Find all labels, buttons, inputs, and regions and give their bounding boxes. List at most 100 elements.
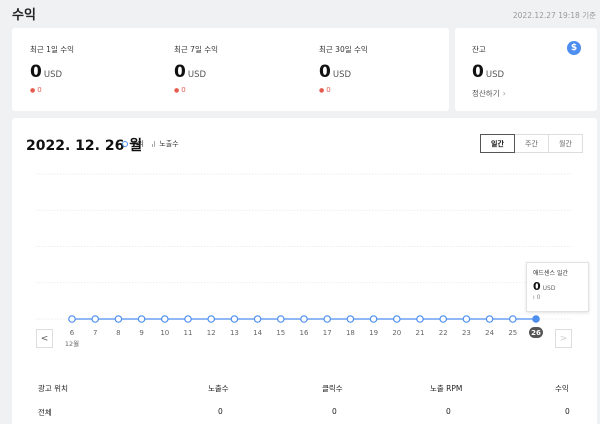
stat-change: ● 0	[30, 86, 42, 94]
x-tick-label: 26	[531, 329, 541, 337]
stat-30day: 최근 30일 수익 0 USD ● 0	[319, 44, 368, 94]
tab-weekly[interactable]: 주간	[514, 134, 549, 153]
data-point	[508, 315, 517, 323]
data-point	[300, 315, 308, 323]
chart-tooltip: 애드센스 일간 0 USD ı 0	[526, 262, 589, 312]
data-point	[532, 315, 540, 323]
data-point	[137, 315, 146, 323]
period-tabs: 일간 주간 월간	[480, 134, 583, 153]
legend-impressions[interactable]: 노출수	[151, 139, 179, 149]
x-tick-label: 20	[392, 329, 401, 337]
stat-unit: USD	[332, 70, 352, 80]
stat-label: 최근 1일 수익	[30, 45, 75, 54]
tab-monthly[interactable]: 월간	[548, 134, 583, 153]
x-tick-label: 14	[253, 329, 262, 337]
column-header: 수익	[555, 384, 569, 393]
data-point	[392, 315, 401, 323]
x-tick-label: 11	[184, 329, 193, 337]
data-point	[369, 315, 378, 323]
table-cell: 전체	[38, 408, 52, 417]
tooltip-impressions: ı 0	[533, 294, 541, 301]
change-dot-icon: ●	[30, 86, 36, 94]
stat-unit: USD	[187, 70, 207, 80]
data-point	[68, 315, 76, 323]
data-point	[253, 315, 262, 323]
x-tick-label: 6	[70, 329, 75, 337]
column-header: 노출 RPM	[430, 384, 463, 393]
data-point	[323, 315, 332, 323]
tooltip-value: 0	[533, 280, 541, 293]
x-tick-label: 19	[369, 329, 378, 337]
chart-area: 6 7 8 9 10 11 12 13 14 15 16 17 18 19 20 21 22 23 24 25 26 12…	[12, 118, 597, 368]
balance-unit: USD	[485, 70, 505, 80]
x-tick-label: 17	[323, 329, 332, 337]
data-point	[230, 315, 239, 323]
x-tick-label: 9	[139, 329, 143, 337]
x-tick-label: 23	[462, 329, 471, 337]
timestamp: 2022.12.27 19:18 기준	[512, 11, 596, 20]
data-point	[91, 315, 100, 323]
data-point	[485, 315, 494, 323]
tooltip-unit: USD	[542, 285, 556, 292]
dollar-icon: $	[567, 41, 581, 55]
data-point	[276, 315, 285, 323]
data-point	[161, 315, 169, 323]
stat-change: ● 0	[319, 86, 331, 94]
chevron-right-icon: ›	[502, 89, 506, 98]
x-tick-label: 24	[485, 329, 494, 337]
page-title: 수익	[12, 8, 36, 23]
x-tick-label: 22	[439, 329, 448, 337]
change-dot-icon: ●	[174, 86, 180, 94]
change-dot-icon: ●	[319, 86, 325, 94]
balance-value: 0	[472, 62, 484, 82]
stat-1day: 최근 1일 수익 0 USD ● 0	[30, 44, 74, 94]
month-label: 12월	[65, 339, 79, 348]
data-point	[416, 315, 424, 323]
placement-table: 광고 위치 노출수 클릭수 노출 RPM 수익 전체 0 0 0 0	[12, 376, 597, 424]
stat-value: 0	[319, 62, 331, 82]
x-tick-label: 16	[300, 329, 309, 337]
table-cell: 0	[565, 407, 570, 416]
x-tick-label: 10	[160, 329, 169, 337]
tab-daily[interactable]: 일간	[480, 134, 515, 153]
chart-legend: 수익 노출수	[122, 139, 187, 149]
table-header: 광고 위치 노출수 클릭수 노출 RPM 수익	[12, 376, 597, 400]
stat-change: ● 0	[174, 86, 186, 94]
data-point	[346, 315, 355, 323]
settle-link[interactable]: 정산하기 ›	[472, 88, 506, 99]
data-point	[207, 315, 216, 323]
balance-label: 잔고	[472, 45, 486, 54]
data-point	[114, 315, 123, 323]
bar-chart-icon	[151, 141, 156, 147]
table-cell: 0	[218, 407, 223, 416]
x-tick-label: 18	[346, 329, 355, 337]
chevron-right-icon: >	[559, 333, 568, 344]
x-tick-label: 7	[93, 329, 97, 337]
data-point	[184, 315, 192, 323]
revenue-chart-card: 6 7 8 9 10 11 12 13 14 15 16 17 18 19 20 21 22 23 24 25 26 12…	[12, 118, 597, 424]
prev-arrow-button[interactable]: <	[36, 329, 53, 348]
x-tick-label: 8	[116, 329, 120, 337]
column-header: 광고 위치	[38, 384, 68, 393]
table-cell: 0	[332, 407, 337, 416]
summary-card: 최근 1일 수익 0 USD ● 0 최근 7일 수익 0 USD ● 0 최근 3…	[12, 28, 449, 111]
table-cell: 0	[446, 407, 451, 416]
tooltip-title: 애드센스 일간	[533, 270, 569, 277]
circle-icon	[122, 141, 128, 147]
x-tick-label: 12	[207, 329, 216, 337]
line-chart: 6 7 8 9 10 11 12 13 14 15 16 17 18 19 20 21 22 23 24 25 26 12…	[36, 173, 572, 348]
chevron-left-icon: <	[40, 333, 49, 344]
data-point	[439, 315, 448, 323]
x-tick-label: 25	[508, 329, 517, 337]
stat-label: 최근 7일 수익	[174, 45, 219, 54]
x-tick-label: 13	[230, 329, 239, 337]
column-header: 클릭수	[322, 384, 343, 393]
column-header: 노출수	[208, 384, 229, 393]
balance-stat: 잔고 0 USD 정산하기 ›	[472, 44, 506, 99]
stat-7day: 최근 7일 수익 0 USD ● 0	[174, 44, 218, 94]
stat-label: 최근 30일 수익	[319, 45, 368, 54]
legend-revenue[interactable]: 수익	[122, 139, 144, 149]
next-arrow-button[interactable]: >	[555, 329, 572, 348]
x-tick-label: 21	[416, 329, 425, 337]
stat-value: 0	[174, 62, 186, 82]
